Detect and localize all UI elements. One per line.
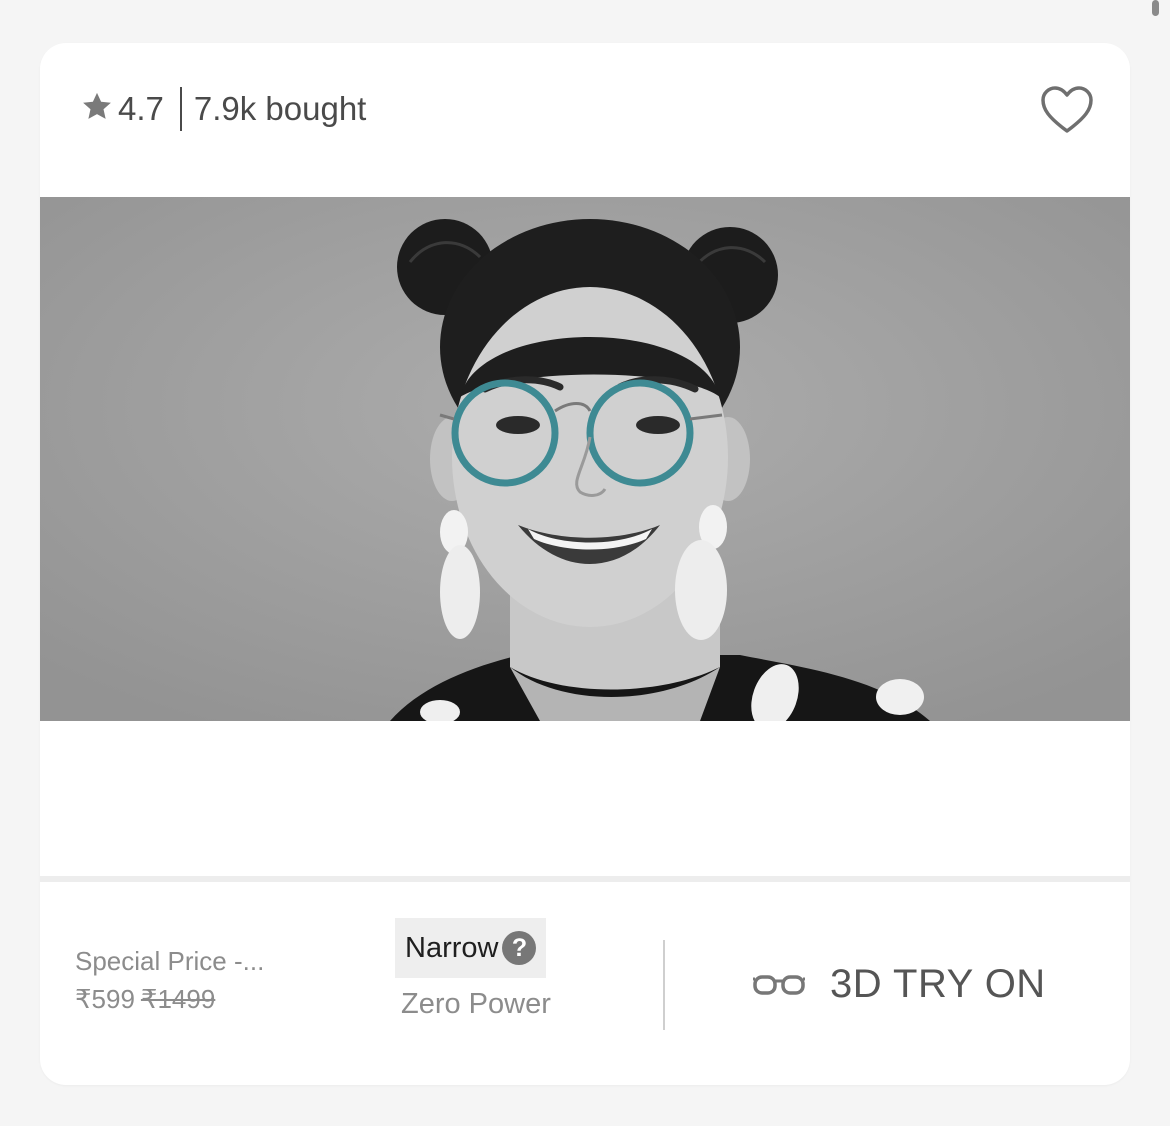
fit-block: Narrow ? Zero Power bbox=[395, 918, 565, 1021]
try-on-label: 3D TRY ON bbox=[830, 961, 1046, 1006]
3d-try-on-button[interactable]: 3D TRY ON bbox=[752, 954, 1046, 1014]
original-price: ₹1499 bbox=[140, 984, 216, 1014]
current-price: ₹599 bbox=[75, 984, 135, 1014]
product-card[interactable]: 4.7 7.9k bought Special Price -... ₹599 … bbox=[40, 43, 1130, 1085]
question-circle-icon[interactable]: ? bbox=[502, 931, 537, 965]
model-photo bbox=[40, 197, 1130, 721]
card-footer: Special Price -... ₹599 ₹1499 Narrow ? Ze… bbox=[40, 882, 1130, 1085]
frame-size-chip[interactable]: Narrow ? bbox=[395, 918, 547, 978]
special-price-label: Special Price -... bbox=[75, 946, 265, 976]
heart-icon[interactable] bbox=[1040, 85, 1094, 135]
price-row: ₹599 ₹1499 bbox=[75, 982, 325, 1016]
star-icon bbox=[83, 92, 111, 119]
bought-count: 7.9k bought bbox=[193, 90, 367, 127]
product-image[interactable] bbox=[40, 197, 1130, 721]
frame-size-label: Narrow bbox=[405, 931, 499, 964]
price-block: Special Price -... ₹599 ₹1499 bbox=[75, 944, 325, 1016]
glasses-icon bbox=[753, 975, 805, 995]
rating-summary: 4.7 7.9k bought bbox=[80, 87, 366, 131]
footer-divider bbox=[663, 940, 665, 1030]
rating-value: 4.7 bbox=[118, 90, 164, 127]
scrollbar-thumb[interactable] bbox=[1152, 0, 1159, 16]
card-header: 4.7 7.9k bought bbox=[40, 43, 1130, 197]
rating-divider bbox=[179, 87, 182, 131]
power-label: Zero Power bbox=[401, 988, 551, 1020]
image-spacer bbox=[40, 721, 1130, 876]
